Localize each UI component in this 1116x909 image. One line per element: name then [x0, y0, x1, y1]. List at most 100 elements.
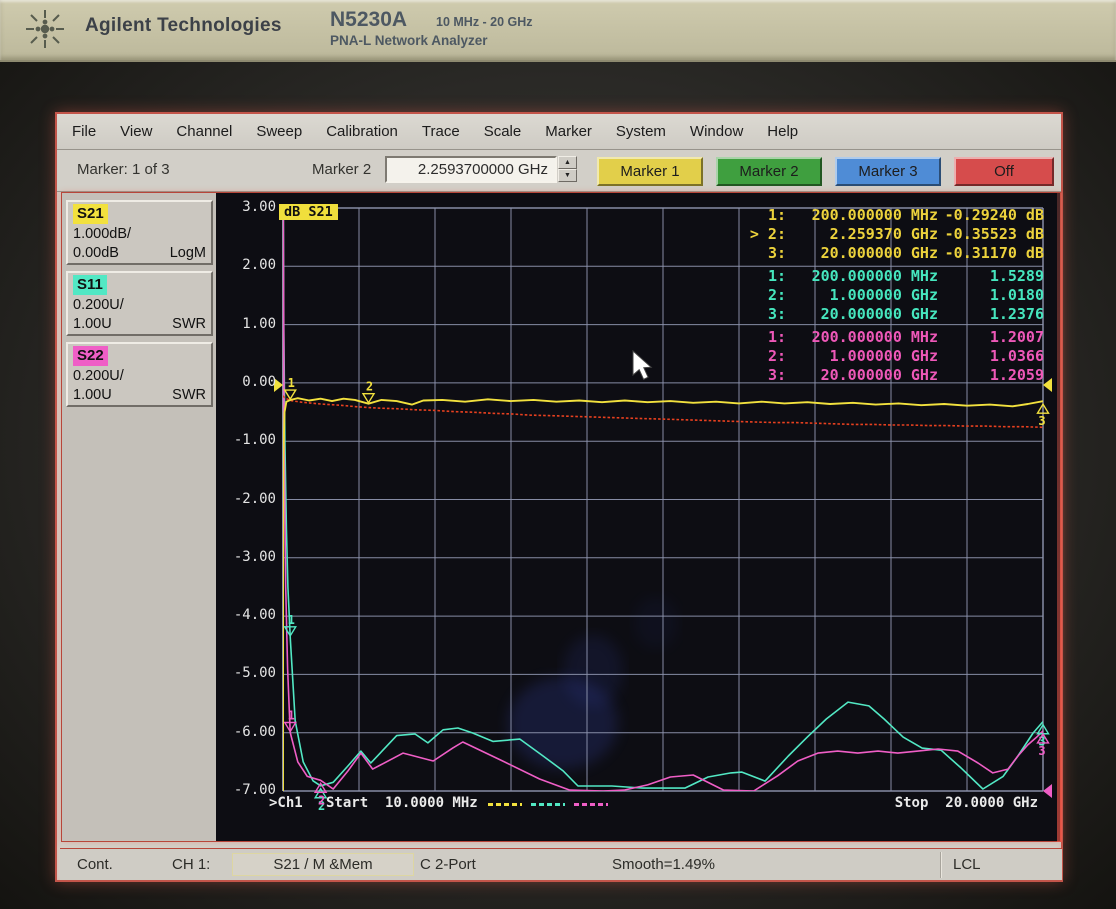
- svg-text:3: 3: [1038, 414, 1045, 428]
- trace-ref: 0.00dB: [73, 244, 119, 264]
- screen-glow-artifact: [1057, 193, 1062, 842]
- readout-marker-index: 3:: [746, 244, 786, 263]
- legend-dash: [488, 803, 522, 806]
- mouse-cursor: [633, 351, 651, 379]
- menu-item-sweep[interactable]: Sweep: [256, 123, 302, 140]
- channel-status: CH 1:: [172, 856, 210, 873]
- svg-text:2: 2: [366, 380, 373, 394]
- graph-area[interactable]: 123123123 3.002.001.000.00-1.00-2.00-3.0…: [216, 193, 1062, 842]
- trace-format: SWR: [172, 386, 206, 406]
- legend-dash: [531, 803, 565, 806]
- trace-legend: [488, 803, 608, 806]
- readout-frequency: 20.000000 GHz: [786, 244, 938, 263]
- readout-value: 1.0366: [938, 347, 1044, 366]
- svg-text:1: 1: [288, 613, 295, 627]
- menu-item-channel[interactable]: Channel: [176, 123, 232, 140]
- trace-scale: 1.000dB/: [73, 225, 206, 245]
- readout-frequency: 2.259370 GHz: [786, 225, 938, 244]
- menu-item-file[interactable]: File: [72, 123, 96, 140]
- trace-status-panel: S211.000dB/0.00dBLogMS110.200U/1.00USWRS…: [62, 193, 216, 841]
- svg-text:1: 1: [288, 376, 295, 390]
- marker-frequency-input[interactable]: 2.2593700000 GHz: [385, 156, 557, 183]
- trace-scale: 0.200U/: [73, 296, 206, 316]
- front-panel-header: Agilent Technologies N5230A 10 MHz - 20 …: [0, 0, 1116, 62]
- trace-ref-format: 1.00U SWR: [73, 315, 206, 335]
- toolbar-button-marker-1[interactable]: Marker 1: [597, 157, 703, 186]
- svg-text:3: 3: [1038, 744, 1045, 758]
- trace-box-s22[interactable]: S220.200U/1.00U SWR: [66, 342, 213, 407]
- readout-row: 1:200.000000 MHz-0.29240 dB: [746, 206, 1044, 225]
- toolbar-button-off[interactable]: Off: [954, 157, 1054, 186]
- freq-range-label: 10 MHz - 20 GHz: [436, 15, 533, 29]
- channel-label: >Ch1: [269, 795, 303, 811]
- cal-status: C 2-Port: [420, 856, 476, 873]
- stepper-down-button[interactable]: ▼: [558, 169, 577, 182]
- readout-row: 2:1.000000 GHz1.0180: [746, 286, 1044, 305]
- model-label: N5230A: [330, 8, 407, 32]
- menu-item-calibration[interactable]: Calibration: [326, 123, 398, 140]
- readout-frequency: 200.000000 MHz: [786, 267, 938, 286]
- trace-ref-format: 1.00U SWR: [73, 386, 206, 406]
- readout-row: 3:20.000000 GHz1.2376: [746, 305, 1044, 324]
- readout-marker-index: 2:: [746, 286, 786, 305]
- trace-format: SWR: [172, 315, 206, 335]
- svg-text:1: 1: [288, 708, 295, 722]
- readout-row: 3:20.000000 GHz1.2059: [746, 366, 1044, 385]
- menu-item-view[interactable]: View: [120, 123, 152, 140]
- readout-frequency: 1.000000 GHz: [786, 286, 938, 305]
- local-remote-status: LCL: [953, 856, 981, 873]
- lcd-screen: File View Channel Sweep Calibration Trace Scal…: [55, 112, 1063, 882]
- status-bar: Cont. CH 1: S21 / M &Mem C 2-Port Smooth…: [60, 848, 1062, 880]
- trace-ref-format: 0.00dB LogM: [73, 244, 206, 264]
- readout-marker-index: 3:: [746, 305, 786, 324]
- readout-row: 1:200.000000 MHz1.2007: [746, 328, 1044, 347]
- trace-chip-s11: S11: [73, 275, 107, 295]
- trace-ref: 1.00U: [73, 315, 112, 335]
- trace-box-s21[interactable]: S211.000dB/0.00dBLogM: [66, 200, 213, 265]
- menu-bar: File View Channel Sweep Calibration Trace Scal…: [57, 114, 1061, 150]
- trace-ref: 1.00U: [73, 386, 112, 406]
- start-frequency-label: Start 10.0000 MHz: [326, 795, 478, 811]
- marker-readouts: 1:200.000000 MHz-0.29240 dB> 2:2.259370 …: [746, 206, 1044, 385]
- active-trace-chip: dB S21: [279, 204, 338, 220]
- brand-label: Agilent Technologies: [85, 15, 282, 37]
- menu-item-window[interactable]: Window: [690, 123, 743, 140]
- trace-scale: 0.200U/: [73, 367, 206, 387]
- trace-format: LogM: [170, 244, 206, 264]
- readout-frequency: 200.000000 MHz: [786, 206, 938, 225]
- readout-value: 1.5289: [938, 267, 1044, 286]
- toolbar-button-marker-3[interactable]: Marker 3: [835, 157, 941, 186]
- status-divider: [940, 852, 942, 878]
- readout-frequency: 1.000000 GHz: [786, 347, 938, 366]
- readout-row: > 2:2.259370 GHz-0.35523 dB: [746, 225, 1044, 244]
- stop-frequency-label: Stop 20.0000 GHz: [895, 795, 1038, 811]
- readout-marker-index: 1:: [746, 267, 786, 286]
- trace-chip-s22: S22: [73, 346, 108, 366]
- agilent-starburst-icon: [22, 6, 68, 52]
- menu-item-help[interactable]: Help: [767, 123, 798, 140]
- readout-marker-index: > 2:: [746, 225, 786, 244]
- menu-item-system[interactable]: System: [616, 123, 666, 140]
- readout-row: 3:20.000000 GHz-0.31170 dB: [746, 244, 1044, 263]
- menu-item-scale[interactable]: Scale: [484, 123, 522, 140]
- menu-item-marker[interactable]: Marker: [545, 123, 592, 140]
- readout-value: 1.2059: [938, 366, 1044, 385]
- toolbar-button-marker-2[interactable]: Marker 2: [716, 157, 822, 186]
- readout-marker-index: 2:: [746, 347, 786, 366]
- readout-frequency: 20.000000 GHz: [786, 305, 938, 324]
- legend-dash: [574, 803, 608, 806]
- measurement-status: S21 / M &Mem: [232, 853, 414, 876]
- readout-marker-index: 1:: [746, 328, 786, 347]
- readout-value: -0.35523 dB: [938, 225, 1044, 244]
- menu-item-trace[interactable]: Trace: [422, 123, 460, 140]
- readout-value: 1.0180: [938, 286, 1044, 305]
- readout-row: 1:200.000000 MHz1.5289: [746, 267, 1044, 286]
- plot-region: S211.000dB/0.00dBLogMS110.200U/1.00USWRS…: [61, 192, 1061, 842]
- stepper-up-button[interactable]: ▲: [558, 156, 577, 169]
- readout-frequency: 20.000000 GHz: [786, 366, 938, 385]
- trace-box-s11[interactable]: S110.200U/1.00U SWR: [66, 271, 213, 336]
- readout-frequency: 200.000000 MHz: [786, 328, 938, 347]
- sweep-range-row: >Ch1 Start 10.0000 MHz Stop 20.0000 GHz: [216, 795, 1062, 815]
- readout-value: 1.2376: [938, 305, 1044, 324]
- readout-value: 1.2007: [938, 328, 1044, 347]
